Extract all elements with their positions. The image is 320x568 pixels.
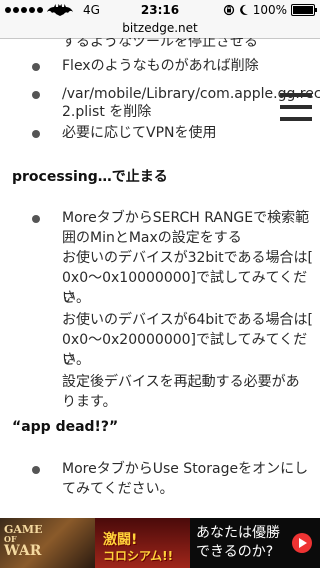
status-bar: 4G 23:16 100% (0, 0, 320, 20)
url-domain[interactable]: bitzedge.net (122, 21, 197, 35)
orientation-lock-icon (223, 4, 234, 16)
ad-banner[interactable]: GAME OF WAR 激闘! コロシアム!! あなたは優勝 できるのか? (0, 518, 320, 568)
text-line: てみてください。 (62, 481, 174, 497)
text-line: い。 (62, 290, 90, 306)
ad-promo-line: 激闘! (103, 532, 138, 548)
ad-game-title-line: WAR (4, 543, 42, 559)
section-heading: “app dead!?” (12, 419, 119, 435)
list-item-continued: 2.plist を削除 (62, 104, 152, 120)
text-line: お使いのデバイスが64bitである場合は[ (62, 312, 313, 328)
list-item: Flexのようなものがあれば削除 (62, 58, 259, 74)
text-line: 設定後デバイスを再起動する必要があ (62, 374, 300, 390)
ad-game-image[interactable]: GAME OF WAR (0, 518, 95, 568)
ad-copy-line: あなたは優勝 (196, 525, 280, 541)
bullet-icon (32, 130, 40, 138)
ad-copy-line: できるのか? (196, 544, 274, 560)
ad-copy-text: あなたは優勝 できるのか? (196, 524, 280, 562)
ad-copy[interactable]: あなたは優勝 できるのか? (190, 518, 320, 568)
bullet-icon (32, 63, 40, 71)
play-arrow-icon[interactable] (292, 533, 312, 553)
hamburger-menu-icon[interactable] (280, 93, 312, 125)
battery-icon (291, 4, 317, 16)
status-right: 100% (223, 3, 317, 17)
text-line: ります。 (62, 394, 117, 410)
battery-percent: 100% (252, 3, 287, 17)
ad-game-logo: GAME OF WAR (4, 524, 43, 558)
bullet-icon (32, 215, 40, 223)
list-item: 必要に応じてVPNを使用 (62, 125, 217, 141)
article-content: するようなツールを停止させる Flexのようなものがあれば削除 /var/mob… (0, 38, 320, 518)
bullet-icon (32, 91, 40, 99)
text-line: お使いのデバイスが32bitである場合は[ (62, 250, 313, 266)
text-line: 囲のMinとMaxの設定をする (62, 230, 242, 246)
partial-text-line: するようなツールを停止させる (62, 38, 258, 50)
ad-promo-line: コロシアム!! (103, 549, 174, 563)
url-bar[interactable]: bitzedge.net (0, 20, 320, 39)
text-line: MoreタブからSERCH RANGEで検索範 (62, 210, 310, 226)
ad-promo-image[interactable]: 激闘! コロシアム!! (95, 518, 190, 568)
list-item: /var/mobile/Library/com.apple.gg.record (62, 86, 320, 102)
text-line: MoreタブからUse Storageをオンにし (62, 461, 309, 477)
moon-icon (239, 4, 248, 15)
ad-promo-text: 激闘! コロシアム!! (103, 532, 173, 564)
section-heading: processing…で止まる (12, 169, 168, 185)
text-line: い。 (62, 352, 90, 368)
bullet-icon (32, 466, 40, 474)
